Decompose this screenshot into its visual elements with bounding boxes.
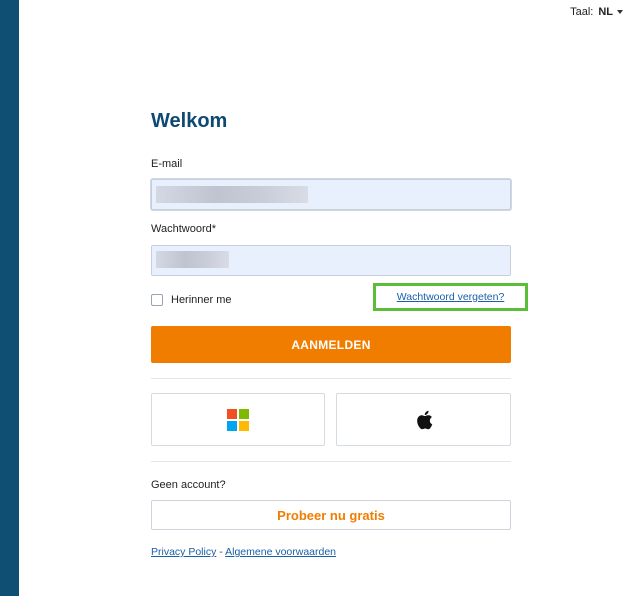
language-dropdown[interactable]: NL [598, 6, 623, 18]
language-label: Taal: [570, 6, 594, 18]
login-button[interactable]: AANMELDEN [151, 326, 511, 363]
microsoft-icon [227, 408, 249, 431]
language-selector: Taal: NL [570, 6, 623, 18]
login-page: Taal: NL Welkom E-mail Wachtwoord* Herin… [0, 0, 634, 596]
redacted-email-value [156, 186, 308, 203]
forgot-password-highlight: Wachtwoord vergeten? [373, 283, 528, 311]
chevron-down-icon[interactable] [617, 10, 623, 14]
page-title: Welkom [151, 110, 228, 132]
no-account-prompt: Geen account? [151, 479, 226, 491]
password-label: Wachtwoord* [151, 223, 217, 235]
free-trial-button[interactable]: Probeer nu gratis [151, 500, 511, 530]
terms-link[interactable]: Algemene voorwaarden [225, 546, 336, 558]
redacted-password-value [156, 251, 229, 268]
footer-links: Privacy Policy - Algemene voorwaarden [151, 546, 336, 558]
remember-me-checkbox[interactable] [151, 294, 163, 306]
email-field[interactable] [151, 179, 511, 210]
remember-me[interactable]: Herinner me [151, 294, 232, 306]
microsoft-login-button[interactable] [151, 393, 325, 446]
divider [151, 461, 511, 462]
language-value[interactable]: NL [598, 6, 613, 18]
privacy-policy-link[interactable]: Privacy Policy [151, 546, 216, 558]
remember-me-label[interactable]: Herinner me [171, 294, 232, 306]
apple-login-button[interactable] [336, 393, 511, 446]
apple-icon [416, 410, 432, 429]
divider [151, 378, 511, 379]
password-field[interactable] [151, 245, 511, 276]
email-label: E-mail [151, 158, 183, 170]
side-accent-bar [0, 0, 19, 596]
forgot-password-link[interactable]: Wachtwoord vergeten? [397, 291, 505, 303]
footer-separator: - [216, 546, 226, 558]
login-form: Welkom E-mail Wachtwoord* Herinner me Wa… [151, 108, 528, 558]
